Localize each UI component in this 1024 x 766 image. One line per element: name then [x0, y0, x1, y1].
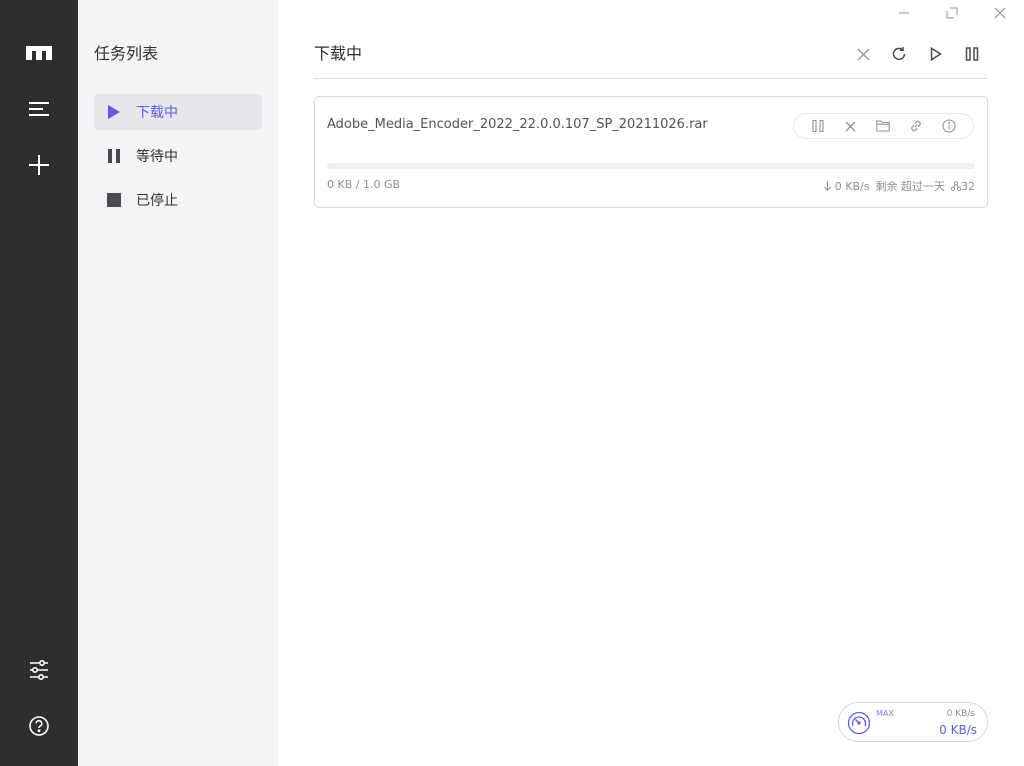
sidebar-item-stopped[interactable]: 已停止 — [94, 182, 262, 218]
info-icon[interactable] — [938, 115, 960, 137]
speed-max-label: MAX — [876, 709, 894, 718]
sidebar-item-label: 已停止 — [136, 193, 178, 209]
upload-speed: 0 KB/s — [946, 709, 975, 719]
pause-all-icon[interactable] — [960, 42, 984, 66]
sidebar-item-downloading[interactable]: 下载中 — [94, 94, 262, 130]
link-icon[interactable] — [905, 115, 927, 137]
header-divider — [314, 78, 988, 79]
minimize-icon[interactable] — [892, 2, 916, 24]
task-connections: 32 — [950, 179, 975, 193]
pause-icon[interactable] — [807, 115, 829, 137]
resume-all-icon[interactable] — [924, 42, 948, 66]
task-item[interactable]: Adobe_Media_Encoder_2022_22.0.0.107_SP_2… — [314, 96, 988, 208]
download-speed: 0 KB/s — [824, 179, 870, 193]
download-speed-total: 0 KB/s — [939, 723, 977, 737]
delete-icon[interactable] — [840, 115, 862, 137]
pause-icon — [106, 148, 122, 164]
sidebar-title: 任务列表 — [94, 44, 159, 63]
task-sidebar: 任务列表 下载中 等待中 已停止 — [78, 0, 278, 766]
task-meta: 0 KB/s 剩余 超过一天 32 — [824, 178, 975, 194]
play-icon — [106, 104, 122, 120]
page-title: 下载中 — [314, 44, 363, 63]
task-remaining: 剩余 超过一天 — [875, 180, 946, 193]
task-size: 0 KB / 1.0 GB — [327, 178, 401, 191]
speedometer-icon — [847, 711, 871, 739]
delete-icon[interactable] — [851, 42, 875, 66]
task-actions — [793, 113, 974, 139]
maximize-icon[interactable] — [940, 2, 964, 24]
speedometer[interactable]: MAX 0 KB/s 0 KB/s — [838, 702, 988, 742]
stop-icon — [106, 192, 122, 208]
folder-icon[interactable] — [872, 115, 894, 137]
app-rail — [0, 0, 78, 766]
connections-count: 32 — [961, 179, 975, 193]
refresh-icon[interactable] — [887, 42, 911, 66]
help-icon[interactable] — [19, 706, 59, 746]
add-icon[interactable] — [19, 145, 59, 185]
arrow-down-icon — [824, 180, 832, 191]
logo-icon[interactable] — [19, 33, 59, 73]
sidebar-item-label: 下载中 — [136, 105, 178, 121]
task-progress-bar — [327, 163, 975, 169]
task-name: Adobe_Media_Encoder_2022_22.0.0.107_SP_2… — [327, 117, 708, 132]
settings-sliders-icon[interactable] — [19, 650, 59, 690]
download-speed-value: 0 KB/s — [834, 179, 870, 193]
close-icon[interactable] — [988, 2, 1012, 24]
sidebar-item-label: 等待中 — [136, 149, 178, 165]
menu-icon[interactable] — [19, 89, 59, 129]
connections-icon — [950, 180, 962, 191]
sidebar-item-waiting[interactable]: 等待中 — [94, 138, 262, 174]
